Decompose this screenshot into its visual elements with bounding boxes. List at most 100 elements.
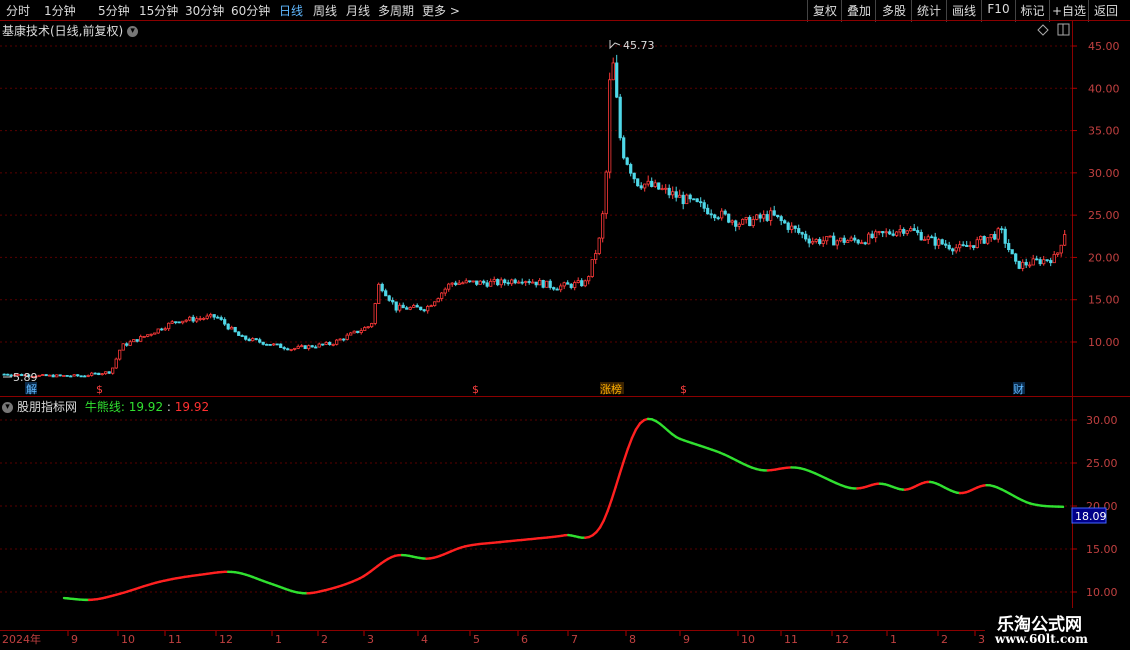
candle: [737, 222, 741, 230]
candle: [1028, 261, 1032, 269]
candle: [912, 224, 916, 231]
chart-corner-icons: [1037, 23, 1070, 36]
candle: [583, 279, 587, 288]
candle: [664, 184, 668, 194]
candle: [377, 282, 381, 304]
indicator-value-red: 19.92: [174, 400, 210, 414]
candle: [881, 231, 885, 238]
month-label: 11: [784, 633, 798, 646]
chart-canvas[interactable]: 45.00 40.00 35.00 30.00 25.00 20.00 15.00 10.00…: [0, 0, 1130, 650]
candle: [86, 374, 90, 378]
candle: [6, 373, 10, 376]
price-tick-label: 10.00: [1088, 336, 1120, 349]
candle: [527, 278, 531, 285]
candle: [177, 321, 181, 324]
candle: [226, 323, 230, 331]
candle: [419, 306, 423, 311]
indicator-tick-label: 30.00: [1086, 414, 1118, 427]
candle: [121, 343, 125, 351]
candle: [597, 237, 601, 256]
candle: [545, 280, 549, 288]
candle: [650, 177, 654, 188]
candle: [902, 227, 906, 237]
candle: [44, 374, 48, 377]
candle: [531, 279, 535, 284]
chevron-down-icon[interactable]: ▾: [2, 402, 13, 413]
candle: [202, 317, 206, 321]
month-label: 9: [71, 633, 78, 646]
candle: [916, 226, 920, 236]
candle: [370, 322, 374, 329]
candle: [300, 344, 304, 348]
candle: [510, 278, 514, 287]
candle: [947, 241, 951, 251]
price-tick-label: 40.00: [1088, 82, 1120, 95]
candle: [314, 345, 318, 349]
candle: [450, 282, 454, 287]
candle: [590, 259, 594, 278]
candle: [499, 277, 503, 288]
candle: [863, 241, 867, 246]
chevron-down-icon[interactable]: ▾: [127, 26, 139, 37]
candle: [786, 221, 790, 233]
candle: [716, 216, 720, 221]
candle: [433, 301, 437, 307]
indicator-tick-label: 15.00: [1086, 543, 1118, 556]
indicator-gridlines: [0, 419, 1072, 593]
candle: [622, 135, 626, 160]
candle: [975, 236, 979, 249]
candle: [608, 72, 612, 179]
candle: [153, 332, 157, 335]
candle: [709, 209, 713, 219]
candle: [468, 280, 472, 283]
candle: [744, 216, 748, 224]
stock-title[interactable]: 基康技术(日线,前复权) ▾: [2, 22, 139, 39]
candle: [100, 373, 104, 376]
candle: [398, 302, 402, 313]
candle: [405, 305, 409, 310]
candle: [674, 186, 678, 202]
candle: [114, 357, 118, 369]
event-marker-dollar: $: [680, 383, 687, 396]
current-value: 18.09: [1075, 510, 1107, 523]
candle: [797, 224, 801, 235]
candle: [538, 278, 542, 286]
candle: [853, 234, 857, 243]
candle: [755, 214, 759, 221]
indicator-segment: [606, 498, 613, 513]
candle: [475, 280, 479, 286]
candle: [335, 338, 339, 346]
candle: [874, 229, 878, 243]
candle: [706, 204, 710, 215]
candle: [317, 342, 321, 348]
candle: [765, 210, 769, 222]
candle: [384, 288, 388, 297]
candle: [146, 334, 150, 338]
candle: [272, 343, 276, 346]
month-label: 12: [835, 633, 849, 646]
candle: [762, 210, 766, 222]
candle: [191, 314, 195, 323]
candle: [699, 197, 703, 208]
candle: [604, 170, 608, 219]
candle: [261, 341, 265, 346]
candle: [293, 347, 297, 351]
candle: [1056, 252, 1060, 258]
indicator-title[interactable]: ▾ 股朋指标网 牛熊线: 19.92 : 19.92: [2, 398, 209, 415]
candle: [41, 374, 45, 376]
candle: [860, 239, 864, 245]
candle: [888, 229, 892, 236]
candle: [394, 301, 398, 313]
candle: [1045, 259, 1049, 263]
candle: [163, 326, 167, 331]
candle: [940, 238, 944, 246]
candle: [611, 57, 615, 81]
price-tick-label: 20.00: [1088, 251, 1120, 264]
candle: [142, 335, 146, 338]
candle: [118, 349, 122, 361]
month-label: 6: [521, 633, 528, 646]
candle: [657, 182, 661, 190]
indicator-value-green: 19.92: [128, 400, 164, 414]
indicator-segment: [602, 509, 609, 522]
indicator-segment: [598, 519, 605, 529]
